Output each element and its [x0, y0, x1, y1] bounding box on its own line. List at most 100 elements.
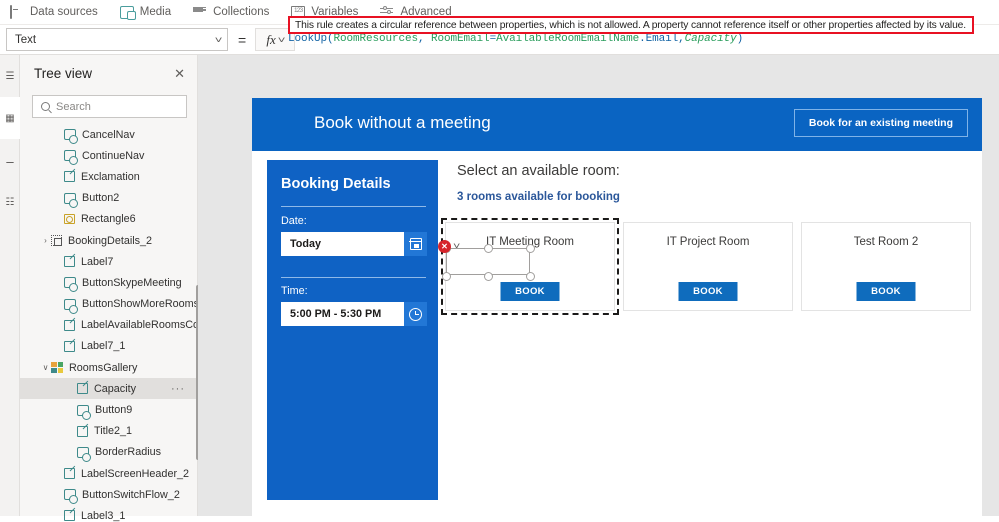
tree-node-exclamation[interactable]: Exclamation: [20, 166, 197, 187]
close-icon[interactable]: ✕: [174, 67, 185, 80]
collections-icon: [193, 6, 207, 19]
rail-button-tree-view[interactable]: ▦: [0, 97, 20, 139]
group-node-icon: [51, 235, 62, 247]
tree-node-button9[interactable]: Button9: [20, 399, 197, 420]
book-button[interactable]: BOOK: [856, 282, 916, 301]
tree-node-label: Title2_1: [94, 425, 133, 438]
tree-node-continuenav[interactable]: ContinueNav: [20, 145, 197, 166]
tree-node-label3_1[interactable]: Label3_1: [20, 505, 197, 522]
node-overflow-menu[interactable]: ···: [171, 383, 185, 395]
label-node-icon: [77, 425, 88, 437]
tree-node-cancelnav[interactable]: CancelNav: [20, 124, 197, 145]
menu-item-media[interactable]: Media: [119, 5, 171, 20]
button-node-icon: [64, 489, 78, 505]
tree-node-label7[interactable]: Label7: [20, 251, 197, 272]
media-icon: [119, 5, 136, 20]
button-node-icon: [64, 192, 78, 208]
tree-node-label: Button9: [95, 404, 133, 417]
expand-caret-icon[interactable]: ›: [40, 236, 51, 245]
search-placeholder: Search: [56, 100, 91, 113]
tree-node-borderradius[interactable]: BorderRadius: [20, 442, 197, 463]
canvas-workspace: Book without a meeting Book for an exist…: [198, 55, 999, 516]
gallery-node-icon: [51, 362, 63, 374]
search-input[interactable]: Search: [32, 95, 187, 118]
fx-icon: fx: [266, 31, 276, 47]
date-label: Date:: [281, 215, 307, 227]
expand-caret-icon[interactable]: ∨: [40, 363, 51, 372]
label-node-icon: [64, 468, 75, 480]
time-label: Time:: [281, 285, 308, 297]
booking-details-title: Booking Details: [281, 176, 391, 192]
select-room-heading: Select an available room:: [457, 163, 620, 179]
tree-node-label: CancelNav: [82, 128, 135, 141]
resize-handle[interactable]: [484, 244, 493, 253]
formula-token: RoomResources: [333, 33, 419, 45]
rail-button-screens[interactable]: ☰: [0, 55, 20, 97]
error-badge-icon[interactable]: ✕: [438, 240, 451, 253]
tree-node-label: LabelAvailableRoomsCount: [81, 319, 197, 332]
formula-expression[interactable]: LookUp(RoomResources, RoomEmail=Availabl…: [288, 33, 743, 45]
tree-node-buttonskypemeeting[interactable]: ButtonSkypeMeeting: [20, 272, 197, 293]
data-icon: ☷: [5, 196, 15, 208]
resize-handle[interactable]: [484, 272, 493, 281]
book-button[interactable]: BOOK: [500, 282, 560, 301]
label-node-icon: [64, 319, 75, 331]
tree-node-label: BorderRadius: [95, 446, 162, 459]
chevron-down-icon: ˅: [277, 34, 286, 45]
app-screen-title: Book without a meeting: [314, 113, 491, 132]
button-node-icon: [64, 150, 78, 166]
property-select[interactable]: Text ˅: [6, 28, 228, 51]
chevron-down-icon[interactable]: ˅: [453, 241, 460, 251]
tree-view-panel: Tree view ✕ Search CancelNav ContinueNav E…: [20, 55, 200, 522]
menu-item-collections[interactable]: Collections: [193, 6, 269, 19]
menu-item-label: Collections: [213, 6, 270, 18]
tree-node-label: ButtonSkypeMeeting: [82, 276, 182, 289]
formula-token: Capacity: [684, 33, 737, 45]
room-card[interactable]: IT Project Room BOOK: [623, 222, 793, 311]
tree-node-title2_1[interactable]: Title2_1: [20, 421, 197, 442]
menu-item-label: Data sources: [30, 6, 98, 18]
tree-node-label: ButtonShowMoreRooms: [82, 298, 197, 311]
tree-node-label7_1[interactable]: Label7_1: [20, 336, 197, 357]
tree-node-label: LabelScreenHeader_2: [81, 467, 190, 480]
rail-button-insert[interactable]: ⚊: [0, 139, 20, 181]
tree-node-buttonshowmorerooms[interactable]: ButtonShowMoreRooms: [20, 294, 197, 315]
room-card[interactable]: Test Room 2 BOOK: [801, 222, 971, 311]
room-name: Test Room 2: [853, 236, 919, 248]
tree-node-label: Capacity: [94, 382, 137, 395]
tree-node-roomsgallery[interactable]: ∨ RoomsGallery: [20, 357, 197, 378]
menu-item-data-sources[interactable]: Data sources: [10, 4, 98, 19]
clock-icon[interactable]: [404, 302, 427, 326]
book-existing-meeting-button[interactable]: Book for an existing meeting: [793, 109, 968, 137]
resize-handle[interactable]: [526, 244, 535, 253]
formula-token: ): [736, 33, 744, 45]
book-button[interactable]: BOOK: [678, 282, 738, 301]
formula-error-banner: This rule creates a circular reference b…: [288, 16, 974, 34]
tree-node-label: Button2: [82, 192, 120, 205]
tree-node-labelavailableroomscount[interactable]: LabelAvailableRoomsCount: [20, 315, 197, 336]
button-node-icon: [77, 446, 91, 462]
tree-view-header: Tree view ✕: [20, 55, 197, 91]
resize-handle[interactable]: [442, 272, 451, 281]
tree-node-button2[interactable]: Button2: [20, 188, 197, 209]
tree-node-bookingdetails_2[interactable]: › BookingDetails_2: [20, 230, 197, 251]
tree-node-capacity[interactable]: Capacity ···: [20, 378, 197, 400]
label-node-icon: [64, 256, 75, 268]
booking-details-panel: Booking Details Date: Today Time: 5:00 P…: [267, 160, 438, 500]
tree-node-buttonswitchflow_2[interactable]: ButtonSwitchFlow_2: [20, 484, 197, 505]
chevron-down-icon: ˅: [214, 34, 223, 45]
calendar-icon[interactable]: [404, 232, 427, 256]
divider: [281, 277, 426, 278]
left-icon-rail: ☰ ▦ ⚊ ☷: [0, 55, 20, 516]
rail-button-data[interactable]: ☷: [0, 181, 20, 223]
tree-node-rectangle6[interactable]: Rectangle6: [20, 209, 197, 230]
resize-handle[interactable]: [526, 272, 535, 281]
selected-element-outline[interactable]: [442, 244, 535, 281]
tree-node-labelscreenheader_2[interactable]: LabelScreenHeader_2: [20, 463, 197, 484]
app-canvas: Book without a meeting Book for an exist…: [252, 98, 982, 516]
tree-node-list[interactable]: CancelNav ContinueNav Exclamation Button2 Re…: [20, 124, 197, 522]
tree-node-label: ButtonSwitchFlow_2: [82, 488, 180, 501]
tree-node-label: BookingDetails_2: [68, 234, 153, 247]
formula-token: LookUp(: [288, 33, 334, 45]
error-message-text: This rule creates a circular reference b…: [295, 19, 966, 31]
